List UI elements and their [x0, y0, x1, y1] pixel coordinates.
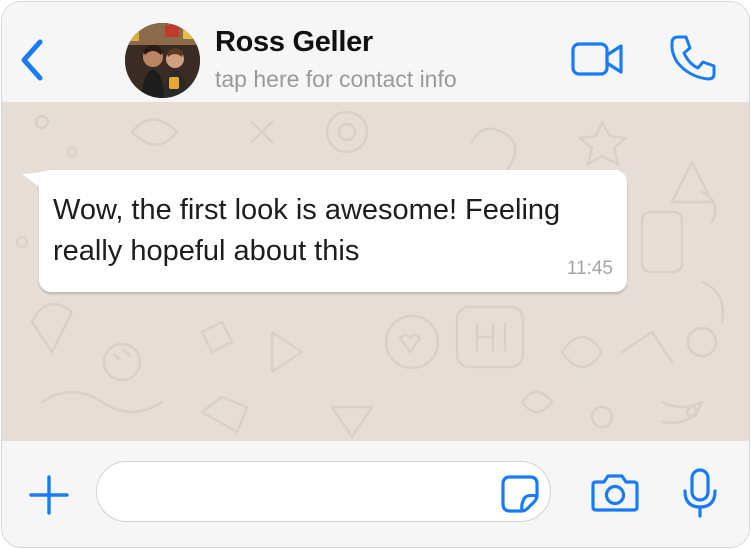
avatar-photo — [125, 23, 200, 98]
video-call-button[interactable] — [570, 38, 626, 80]
sticker-icon — [501, 475, 539, 513]
chat-window: Ross Geller tap here for contact info Wo… — [1, 1, 750, 548]
camera-icon — [591, 474, 639, 512]
chevron-left-icon — [21, 39, 43, 81]
back-button[interactable] — [16, 36, 50, 84]
plus-icon — [29, 475, 69, 515]
microphone-icon — [683, 468, 717, 518]
message-input[interactable] — [96, 461, 551, 522]
attach-button[interactable] — [28, 474, 70, 516]
message-text: Wow, the first look is awesome! Feeling … — [53, 194, 561, 267]
message-timestamp: 11:45 — [566, 258, 613, 279]
microphone-button[interactable] — [680, 467, 720, 519]
video-camera-icon — [571, 42, 623, 76]
camera-button[interactable] — [590, 472, 640, 514]
message-bubble[interactable]: Wow, the first look is awesome! Feeling … — [39, 170, 627, 292]
voice-call-button[interactable] — [667, 32, 719, 84]
phone-icon — [670, 35, 716, 81]
sticker-button[interactable] — [500, 474, 540, 514]
contact-name[interactable]: Ross Geller — [215, 26, 373, 59]
contact-info-hint[interactable]: tap here for contact info — [215, 66, 457, 93]
chat-header: Ross Geller tap here for contact info — [2, 2, 749, 102]
avatar[interactable] — [125, 23, 200, 98]
composer-bar — [2, 440, 749, 547]
chat-area: Wow, the first look is awesome! Feeling … — [2, 102, 749, 440]
